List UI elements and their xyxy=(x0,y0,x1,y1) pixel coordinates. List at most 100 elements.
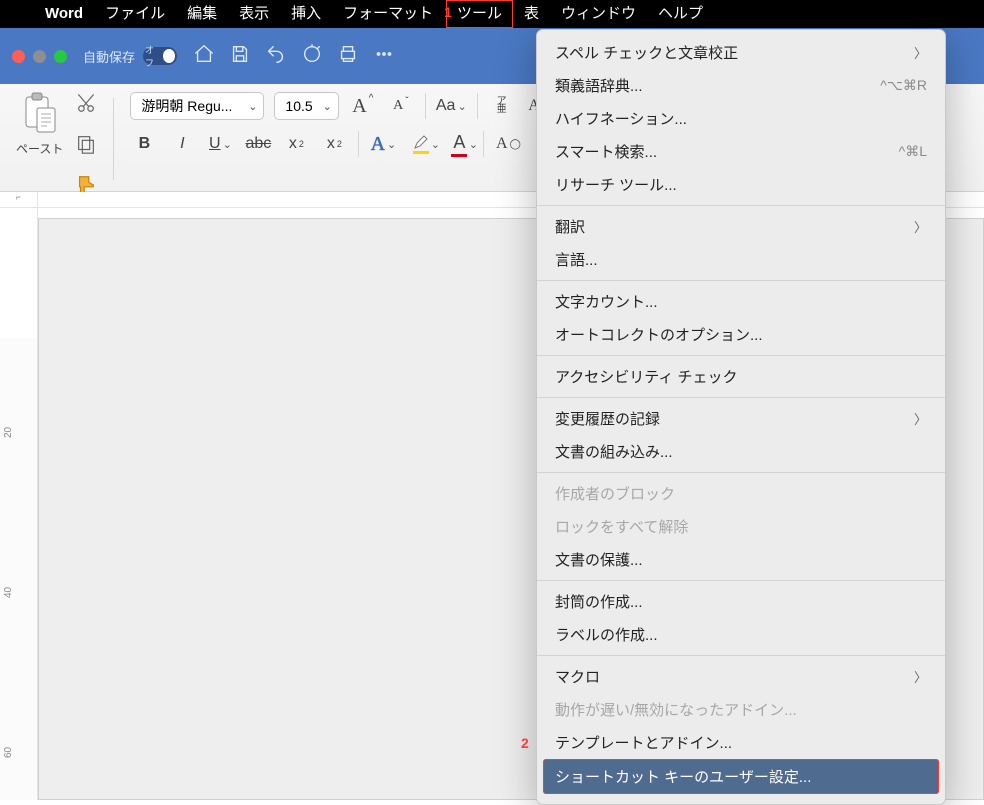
callout-2: 2 xyxy=(521,735,529,751)
more-icon[interactable] xyxy=(373,43,395,70)
menu-item-label: 言語... xyxy=(555,249,598,270)
menu-item-label: スマート検索... xyxy=(555,141,657,162)
subscript-button[interactable]: x2 xyxy=(282,130,310,158)
tools-menu-item[interactable]: 文書の組み込み... xyxy=(537,435,945,468)
menubar-format[interactable]: フォーマット xyxy=(332,0,444,28)
menu-item-label: ロックをすべて解除 xyxy=(555,516,688,537)
tools-menu-item[interactable]: 変更履歴の記録 〉 xyxy=(537,402,945,435)
menu-item-label: 動作が遅い/無効になったアドイン... xyxy=(555,699,797,720)
tools-menu-item[interactable]: マクロ 〉 xyxy=(537,660,945,693)
ruler-corner: ⌐ xyxy=(0,192,38,207)
font-family-select[interactable]: 游明朝 Regu...⌄ xyxy=(130,92,264,120)
copy-icon[interactable] xyxy=(75,133,97,160)
ruby-button[interactable]: ア亜 xyxy=(488,92,516,120)
autosave-toggle[interactable]: 自動保存 オフ xyxy=(83,47,177,66)
autosave-off-label: オフ xyxy=(145,43,161,69)
font-size-select[interactable]: 10.5 ⌄ xyxy=(274,92,338,120)
menu-item-shortcut: ^⌘L xyxy=(899,143,927,160)
menu-item-label: オートコレクトのオプション... xyxy=(555,324,763,345)
menu-item-label: 類義語辞典... xyxy=(555,75,643,96)
home-icon[interactable] xyxy=(193,43,215,70)
tools-menu-item[interactable]: ハイフネーション... xyxy=(537,102,945,135)
menu-item-label: 文字カウント... xyxy=(555,291,658,312)
chevron-down-icon: ⌄ xyxy=(323,100,332,113)
ruler-v-mark-60: 60 xyxy=(3,747,14,758)
menubar-file[interactable]: ファイル xyxy=(94,0,176,28)
menu-item-label: マクロ xyxy=(555,666,600,687)
menu-item-label: リサーチ ツール... xyxy=(555,174,677,195)
bold-button[interactable]: B xyxy=(130,130,158,158)
superscript-button[interactable]: x2 xyxy=(320,130,348,158)
tools-menu-item[interactable]: ラベルの作成... xyxy=(537,618,945,651)
tools-menu-item: 動作が遅い/無効になったアドイン... xyxy=(537,693,945,726)
tools-menu-item[interactable]: 文字カウント... xyxy=(537,285,945,318)
tools-menu-item[interactable]: 封筒の作成... xyxy=(537,585,945,618)
window-close-button[interactable] xyxy=(12,50,25,63)
underline-button[interactable]: U⌄ xyxy=(206,130,234,158)
autosave-knob xyxy=(163,49,175,63)
tools-menu-item[interactable]: オートコレクトのオプション... xyxy=(537,318,945,351)
shrink-font-button[interactable]: Aˇ xyxy=(387,92,415,120)
strikethrough-button[interactable]: abc xyxy=(244,130,272,158)
tools-menu-item[interactable]: アクセシビリティ チェック xyxy=(537,360,945,393)
submenu-arrow-icon: 〉 xyxy=(914,409,927,428)
highlight-button[interactable]: ⌄ xyxy=(407,130,435,158)
tools-menu-item[interactable]: 2テンプレートとアドイン... xyxy=(537,726,945,759)
font-color-button[interactable]: A⌄ xyxy=(445,130,473,158)
undo-icon[interactable] xyxy=(265,43,287,70)
paste-button[interactable]: ペースト xyxy=(16,92,63,201)
cut-icon[interactable] xyxy=(75,92,97,119)
tools-menu-item[interactable]: スマート検索... ^⌘L xyxy=(537,135,945,168)
menu-item-label: テンプレートとアドイン... xyxy=(555,732,732,753)
menubar-edit[interactable]: 編集 xyxy=(176,0,228,28)
font-size-value: 10.5 xyxy=(285,98,312,114)
menu-item-label: 文書の組み込み... xyxy=(555,441,673,462)
traffic-lights xyxy=(12,50,67,63)
autosave-switch[interactable]: オフ xyxy=(143,47,177,65)
text-effects-button[interactable]: A⌄ xyxy=(369,130,397,158)
repeat-icon[interactable] xyxy=(301,43,323,70)
print-icon[interactable] xyxy=(337,43,359,70)
paste-label: ペースト xyxy=(16,140,63,157)
autosave-label: 自動保存 xyxy=(83,47,135,66)
callout-1: 1 xyxy=(444,4,452,20)
menu-item-label: ハイフネーション... xyxy=(555,108,687,129)
grow-font-button[interactable]: A^ xyxy=(349,92,377,120)
menu-item-label: アクセシビリティ チェック xyxy=(555,366,738,387)
tools-menu-item[interactable]: 類義語辞典... ^⌥⌘R xyxy=(537,69,945,102)
save-icon[interactable] xyxy=(229,43,251,70)
tools-menu-item[interactable]: 文書の保護... xyxy=(537,543,945,576)
clipboard-group: ペースト xyxy=(16,92,97,185)
window-minimize-button[interactable] xyxy=(33,50,46,63)
menubar-window[interactable]: ウィンドウ xyxy=(550,0,647,28)
menubar-view[interactable]: 表示 xyxy=(228,0,280,28)
menu-item-label: 作成者のブロック xyxy=(555,483,675,504)
submenu-arrow-icon: 〉 xyxy=(914,43,927,62)
ruler-v-mark-40: 40 xyxy=(3,587,14,598)
mini-divider xyxy=(425,93,426,119)
menubar-table[interactable]: 表 xyxy=(513,0,550,28)
change-case-button[interactable]: Aa⌄ xyxy=(436,92,467,120)
menu-item-shortcut: ^⌥⌘R xyxy=(880,77,927,94)
enclose-chars-button[interactable]: A◯ xyxy=(494,130,522,158)
tools-menu-item[interactable]: 翻訳〉 xyxy=(537,210,945,243)
tools-menu-item[interactable]: スペル チェックと文章校正〉 xyxy=(537,36,945,69)
italic-button[interactable]: I xyxy=(168,130,196,158)
submenu-arrow-icon: 〉 xyxy=(914,667,927,686)
tools-menu-item[interactable]: 言語... xyxy=(537,243,945,276)
menubar-appname[interactable]: Word xyxy=(34,0,94,28)
menu-item-label: 変更履歴の記録 xyxy=(555,408,660,429)
tools-menu-item[interactable]: ショートカット キーのユーザー設定... xyxy=(543,759,939,794)
menu-item-label: ラベルの作成... xyxy=(555,624,658,645)
menubar-tools[interactable]: ツール xyxy=(446,0,513,28)
tools-menu-item: 作成者のブロック xyxy=(537,477,945,510)
menubar-help[interactable]: ヘルプ xyxy=(647,0,714,28)
tools-menu-item: ロックをすべて解除 xyxy=(537,510,945,543)
tools-menu-item[interactable]: リサーチ ツール... xyxy=(537,168,945,201)
window-zoom-button[interactable] xyxy=(54,50,67,63)
menubar-insert[interactable]: 挿入 xyxy=(280,0,332,28)
menu-item-label: ショートカット キーのユーザー設定... xyxy=(555,766,811,787)
chevron-down-icon: ⌄ xyxy=(248,100,257,113)
ruler-vertical[interactable]: 20 40 60 xyxy=(0,208,38,800)
font-group: 游明朝 Regu...⌄ 10.5⌄ A^ Aˇ Aa⌄ ア亜 A⊘ B I U… xyxy=(130,92,553,185)
